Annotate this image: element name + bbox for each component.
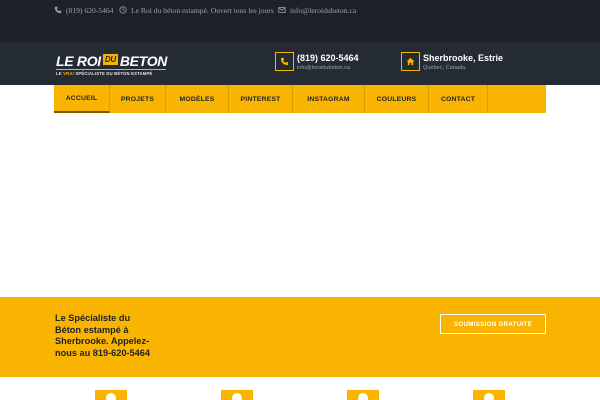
logo-part2: DU [102,54,118,65]
phone-icon [54,6,62,14]
logo-part3: BETON [119,52,168,69]
logo-tag-highlight: VRAI [63,71,74,76]
logo-tagline: LE VRAI SPÉCIALISTE DU BÉTON ESTAMPÉ [56,71,168,76]
free-quote-button[interactable]: SOUMISSION GRATUITE [440,314,546,334]
logo-underline [56,69,166,70]
logo-wordmark: LE ROI DU BETON [56,52,167,69]
header-email[interactable]: info@leroidubeton.ca [297,65,350,71]
cta-heading: Le Spécialiste du Béton estampé à Sherbr… [55,313,175,359]
cta-line: Béton estampé à [55,324,129,335]
header-phone[interactable]: (819) 620-5464 [297,53,359,63]
topbar-phone-text: (819) 620-5464 [66,5,114,15]
feature-icon-4 [473,390,505,400]
logo-tag-rest: SPÉCIALISTE DU BÉTON ESTAMPÉ [75,71,153,76]
topbar-email-text: info@leroidubeton.ca [290,5,357,15]
feature-icon-3 [347,390,379,400]
nav-item-projets[interactable]: PROJETS [110,85,166,113]
home-icon [406,57,415,66]
feature-icon-1 [95,390,127,400]
feature-icon-2 [221,390,253,400]
feature-glyph-icon [484,393,494,400]
site-logo[interactable]: LE ROI DU BETON LE VRAI SPÉCIALISTE DU B… [56,52,168,80]
header-region: Québec, Canada. [423,65,467,71]
nav-item-couleurs[interactable]: COULEURS [365,85,429,113]
feature-glyph-icon [232,393,242,400]
envelope-icon [278,6,286,14]
header-location-icon-box [401,52,420,71]
cta-line: Sherbrooke. Appelez- [55,336,150,346]
logo-tag-prefix: LE [56,71,62,76]
nav-item-pinterest[interactable]: PINTEREST [229,85,293,113]
feature-glyph-icon [106,393,116,400]
cta-line: Le Spécialiste du [55,313,131,323]
cta-line: nous au 819-620-5464 [55,347,150,358]
nav-item-instagram[interactable]: INSTAGRAM [293,85,365,113]
topbar-hours: Le Roi du béton estampé. Ouvert tous les… [119,4,274,16]
feature-glyph-icon [358,393,368,400]
nav-item-accueil[interactable]: ACCUEIL [54,85,110,113]
nav-item-contact[interactable]: CONTACT [429,85,488,113]
main-nav: ACCUEIL PROJETS MODÈLES PINTEREST INSTAG… [54,85,546,113]
clock-icon [119,6,127,14]
logo-part1: LE ROI [56,52,101,69]
topbar-phone[interactable]: (819) 620-5464 [54,4,113,16]
topbar-hours-text: Le Roi du béton estampé. Ouvert tous les… [131,5,274,15]
header-city: Sherbrooke, Estrie [423,53,504,63]
nav-item-modeles[interactable]: MODÈLES [166,85,229,113]
header-phone-icon-box [275,52,294,71]
phone-icon [280,57,289,66]
topbar-email[interactable]: info@leroidubeton.ca [278,4,356,16]
